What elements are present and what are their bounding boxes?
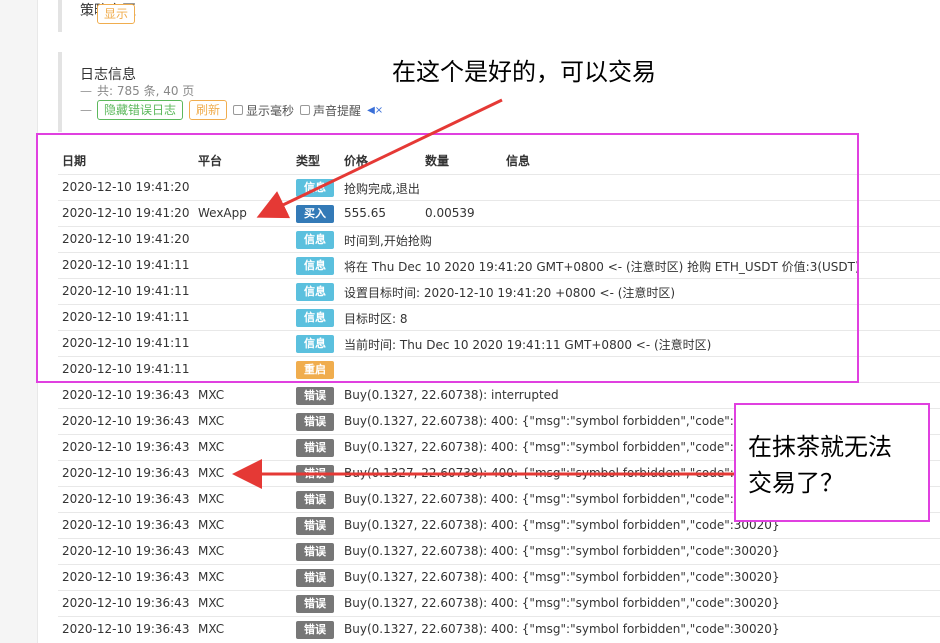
annotation-top-note: 在这个是好的，可以交易 bbox=[392, 58, 656, 86]
annotation-right-line2: 交易了？ bbox=[748, 469, 844, 497]
annotation-right-box: 在抹茶就无法 交易了？ bbox=[734, 403, 930, 522]
arrow-to-wexapp bbox=[256, 98, 503, 219]
annotation-right-text: 在抹茶就无法 交易了？ bbox=[748, 429, 892, 501]
annotation-arrows bbox=[232, 98, 736, 489]
annotation-right-line1: 在抹茶就无法 bbox=[748, 433, 892, 461]
